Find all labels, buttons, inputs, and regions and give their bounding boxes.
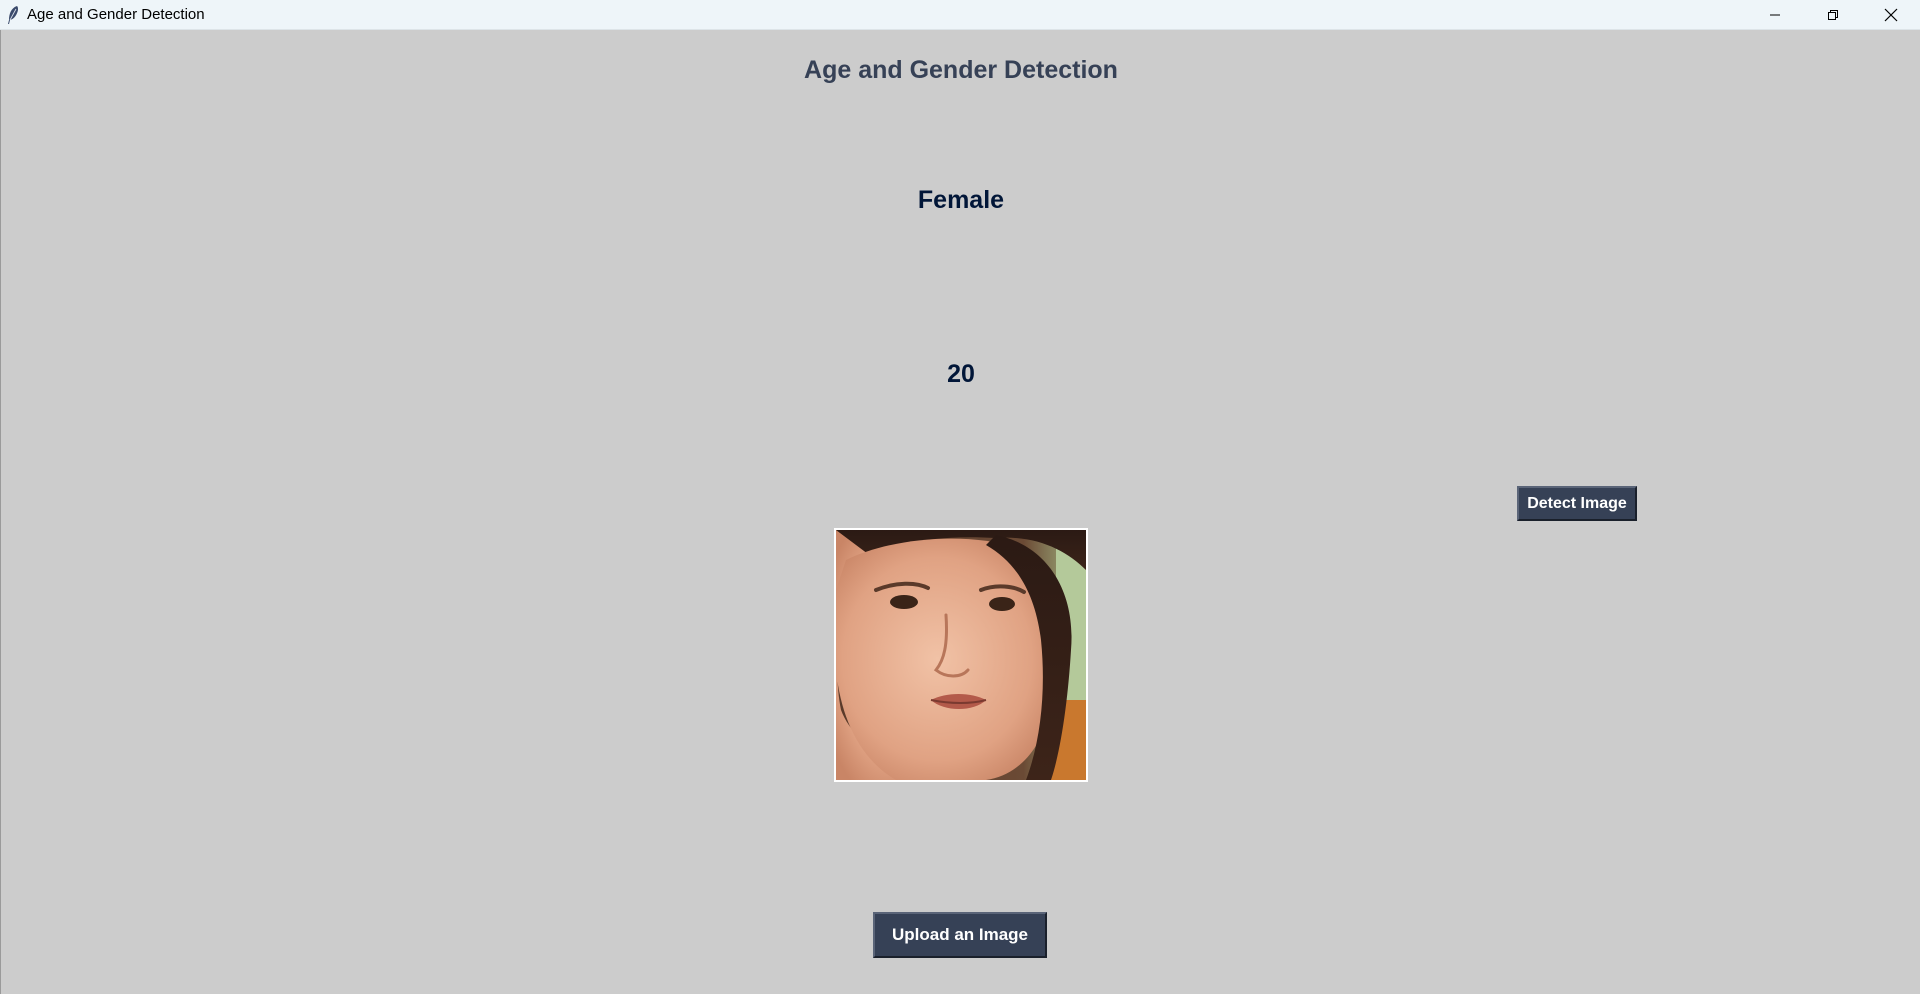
title-bar[interactable]: Age and Gender Detection [0,0,1920,30]
gender-result: Female [917,186,1005,214]
window-title: Age and Gender Detection [27,6,205,23]
feather-icon [8,5,18,24]
close-button[interactable] [1862,0,1920,29]
minimize-icon [1770,14,1780,15]
upload-image-button[interactable]: Upload an Image [873,912,1047,958]
app-window: Age and Gender Detection Age and Gender … [0,0,1920,994]
close-icon [1884,8,1898,21]
main-content: Age and Gender Detection Female 20 Detec… [0,30,1920,994]
restore-icon [1828,9,1838,20]
uploaded-image [834,528,1088,782]
detect-image-button[interactable]: Detect Image [1517,486,1637,521]
maximize-button[interactable] [1804,0,1862,29]
age-result: 20 [947,360,975,388]
face-photo [836,530,1086,780]
app-heading: Age and Gender Detection [804,56,1118,84]
minimize-button[interactable] [1746,0,1804,29]
window-controls [1746,0,1920,29]
